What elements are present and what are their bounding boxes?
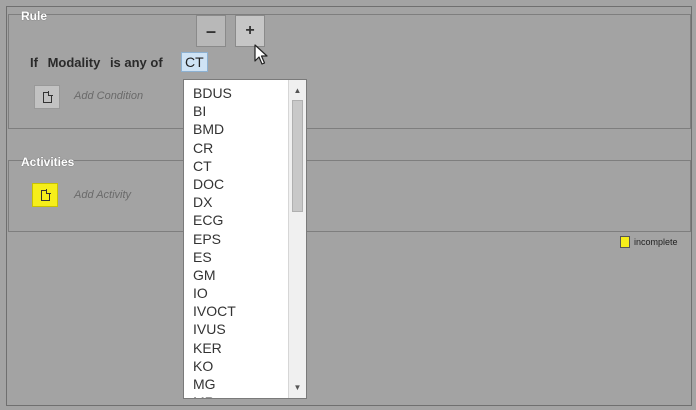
rule-panel: Rule (8, 9, 691, 129)
add-rule-button[interactable]: + (235, 15, 265, 47)
modality-option[interactable]: IVUS (184, 320, 288, 338)
add-condition-button[interactable] (34, 85, 60, 109)
legend: incomplete (620, 236, 678, 248)
scroll-up-icon[interactable]: ▲ (289, 82, 306, 98)
mouse-cursor-icon (254, 44, 268, 65)
modality-option[interactable]: DX (184, 193, 288, 211)
modality-option[interactable]: IO (184, 284, 288, 302)
modality-option[interactable]: GM (184, 266, 288, 284)
modality-option[interactable]: BDUS (184, 84, 288, 102)
remove-rule-button[interactable]: – (196, 15, 226, 47)
modality-option[interactable]: MG (184, 375, 288, 393)
add-activity-button[interactable] (32, 183, 58, 207)
modality-option[interactable]: CR (184, 139, 288, 157)
legend-label: incomplete (634, 237, 678, 247)
add-condition-label[interactable]: Add Condition (74, 90, 143, 102)
document-icon (40, 188, 51, 201)
rule-operator[interactable]: is any of (110, 55, 163, 70)
rule-if-label: If (30, 55, 38, 70)
modality-option[interactable]: BMD (184, 120, 288, 138)
add-activity-label[interactable]: Add Activity (74, 189, 131, 201)
activities-panel-title: Activities (21, 155, 75, 169)
modality-option[interactable]: CT (184, 157, 288, 175)
dropdown-scrollbar[interactable]: ▲ ▼ (288, 80, 306, 398)
rule-condition-line: If Modality is any of (30, 55, 169, 70)
modality-option-list: BDUS BI BMD CR CT DOC DX ECG EPS ES GM IO IVOCT IVUS K… (184, 84, 288, 398)
modality-option[interactable]: KO (184, 357, 288, 375)
scroll-down-icon[interactable]: ▼ (289, 379, 306, 395)
modality-option[interactable]: ECG (184, 211, 288, 229)
modality-option[interactable]: KER (184, 339, 288, 357)
modality-option[interactable]: EPS (184, 230, 288, 248)
scroll-thumb[interactable] (292, 100, 303, 212)
modality-option[interactable]: DOC (184, 175, 288, 193)
modality-dropdown[interactable]: BDUS BI BMD CR CT DOC DX ECG EPS ES GM IO IVOCT IVUS K… (183, 79, 307, 399)
rule-field[interactable]: Modality (48, 55, 101, 70)
rule-panel-title: Rule (21, 9, 48, 23)
document-icon (42, 90, 53, 103)
rule-value-selected[interactable]: CT (181, 52, 208, 72)
modality-option[interactable]: IVOCT (184, 302, 288, 320)
legend-swatch (620, 236, 630, 248)
modality-option[interactable]: BI (184, 102, 288, 120)
modality-option[interactable]: ES (184, 248, 288, 266)
modality-option[interactable]: MR (184, 393, 288, 398)
